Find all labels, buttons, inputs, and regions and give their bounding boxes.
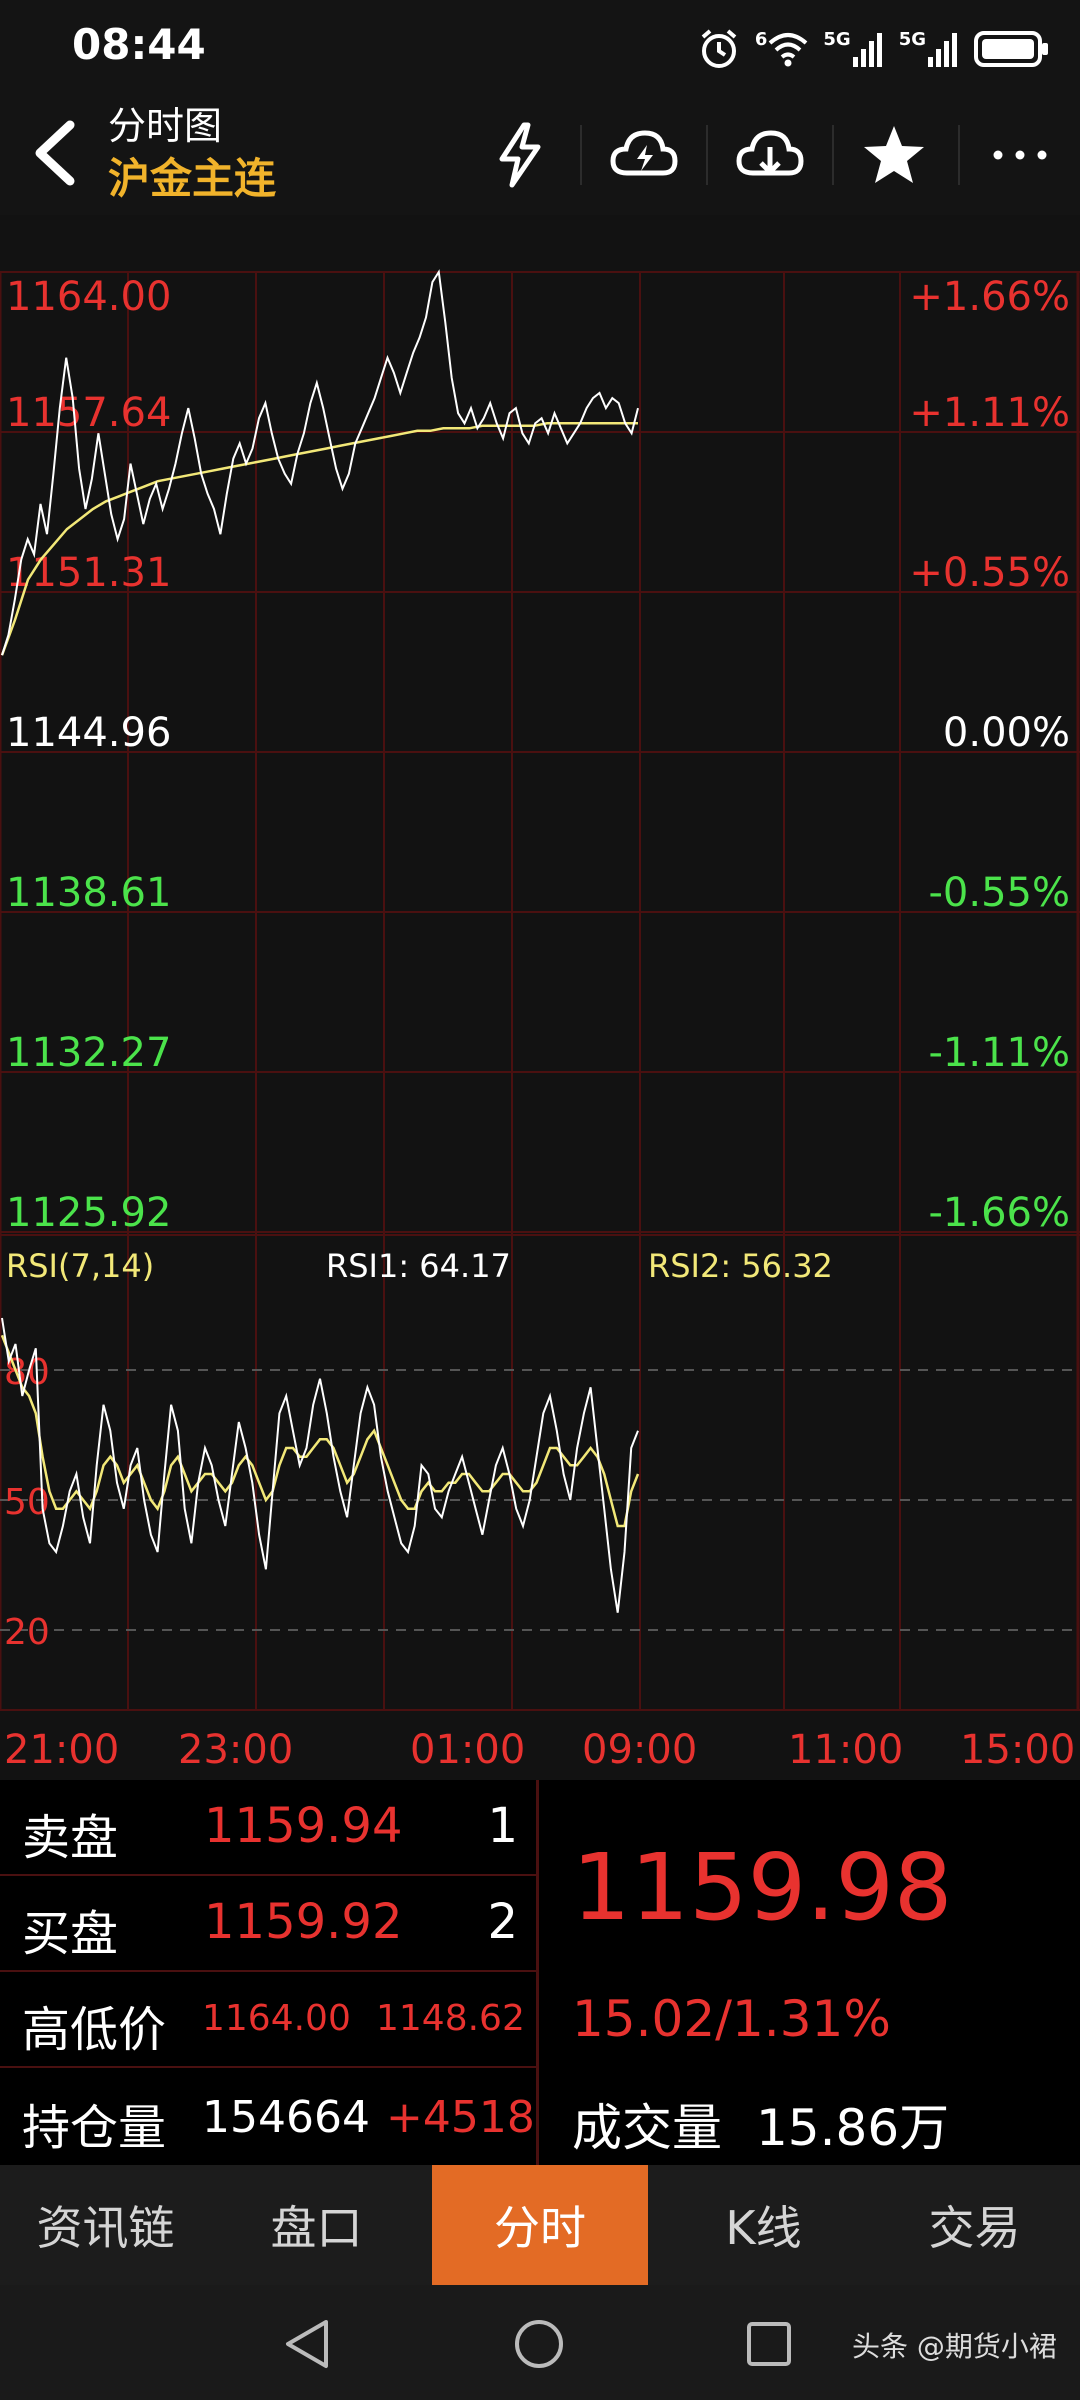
time-tick-label: 23:00 [178,1727,293,1773]
price-tick-label: 1164.00 [6,274,171,320]
flash-trade-button[interactable] [478,113,562,197]
alarm-icon [701,29,737,68]
percent-tick-label: +1.11% [909,390,1070,436]
nav-back-icon[interactable] [282,2317,332,2371]
time-tick-label: 11:00 [788,1727,903,1773]
sell-row[interactable]: 卖盘 1159.94 1 [0,1780,538,1876]
percent-tick-label: +0.55% [909,550,1070,596]
tab-4[interactable]: 交易 [869,2165,1080,2285]
page-title: 分时图 [108,104,223,148]
favorite-button[interactable] [852,113,936,197]
tab-label: 盘口 [270,2201,363,2255]
back-button[interactable] [26,117,86,187]
sell-price: 1159.94 [204,1798,403,1854]
chevron-left-icon [35,120,75,186]
percent-tick-label: 0.00% [943,710,1070,756]
time-tick-label: 21:00 [4,1727,119,1773]
sell-count: 1 [487,1798,518,1854]
nav-home-icon[interactable] [512,2317,566,2371]
tab-1[interactable]: 盘口 [211,2165,422,2285]
cloud-sync-button[interactable] [602,113,686,197]
tab-label: 交易 [928,2201,1021,2255]
buy-row[interactable]: 买盘 1159.92 2 [0,1876,538,1972]
status-icons: 6 5G 5G [697,24,1050,74]
rsi2-label: RSI2: 56.32 [648,1247,833,1285]
open-interest-label: 持仓量 [22,2100,167,2156]
tab-label: 资讯链 [36,2201,175,2255]
system-nav-bar: 头条 @期货小裙 [0,2285,1080,2400]
high-low-row: 高低价 1164.00 1148.62 [0,1972,538,2068]
price-tick-label: 1138.61 [6,870,171,916]
open-interest-row: 持仓量 154664 +4518 [0,2068,538,2163]
rsi-tick-label: 20 [4,1612,50,1653]
buy-price: 1159.92 [204,1894,403,1950]
low-price: 1148.62 [376,1998,525,2039]
price-tick-label: 1125.92 [6,1190,171,1236]
nav-recents-icon[interactable] [744,2319,794,2369]
percent-tick-label: -0.55% [928,870,1070,916]
open-interest-value: 154664 [202,2092,370,2143]
rsi-title: RSI(7,14) [6,1247,154,1285]
contract-name: 沪金主连 [108,154,277,203]
high-price: 1164.00 [202,1998,351,2039]
cloud-download-button[interactable] [728,113,812,197]
more-button[interactable] [978,113,1062,197]
price-tick-label: 1157.64 [6,390,171,436]
high-low-label: 高低价 [22,2002,167,2058]
battery-icon [974,31,1048,67]
time-tick-label: 09:00 [582,1727,697,1773]
intraday-chart[interactable]: 1164.001157.641151.311144.961138.611132.… [0,215,1080,1780]
signal-icon-2: 5G [899,29,960,69]
clock: 08:44 [72,20,206,69]
last-price: 1159.98 [572,1834,953,1941]
volume-value: 15.86万 [756,2099,950,2157]
percent-tick-label: +1.66% [909,274,1070,320]
status-bar: 08:44 6 5G 5G [0,0,1080,95]
app-header: 分时图 沪金主连 [0,95,1080,215]
open-interest-change: +4518 [386,2092,535,2143]
star-icon [864,126,924,183]
header-separator [832,125,834,185]
percent-tick-label: -1.11% [928,1030,1070,1076]
cloud-lightning-icon [610,130,678,176]
price-change: 15.02/1.31% [572,1990,891,2048]
tab-2[interactable]: 分时 [432,2165,648,2285]
cloud-download-icon [736,130,804,176]
signal-icon-1: 5G [823,29,884,69]
tab-3[interactable]: K线 [658,2165,869,2285]
percent-tick-label: -1.66% [928,1190,1070,1236]
watermark: 头条 @期货小裙 [852,2330,1057,2363]
header-separator [580,125,582,185]
tab-label: K线 [725,2201,802,2255]
lightning-icon [499,122,541,188]
wifi-icon: 6 [755,29,810,69]
more-dots-icon [993,150,1047,160]
tab-label: 分时 [494,2201,586,2255]
time-tick-label: 01:00 [410,1727,525,1773]
quote-panel: 卖盘 1159.94 1 买盘 1159.92 2 高低价 1164.00 11… [0,1780,1080,2165]
header-separator [958,125,960,185]
chart-background [0,215,1080,1780]
tab-0[interactable]: 资讯链 [0,2165,211,2285]
header-separator [706,125,708,185]
buy-count: 2 [487,1894,518,1950]
rsi1-label: RSI1: 64.17 [326,1247,511,1285]
bottom-tabs: 资讯链 盘口 分时 K线 交易 [0,2165,1080,2285]
sell-label: 卖盘 [22,1810,119,1866]
price-tick-label: 1144.96 [6,710,171,756]
time-tick-label: 15:00 [960,1727,1075,1773]
volume-label: 成交量 [572,2099,722,2157]
buy-label: 买盘 [22,1906,119,1962]
price-tick-label: 1132.27 [6,1030,171,1076]
